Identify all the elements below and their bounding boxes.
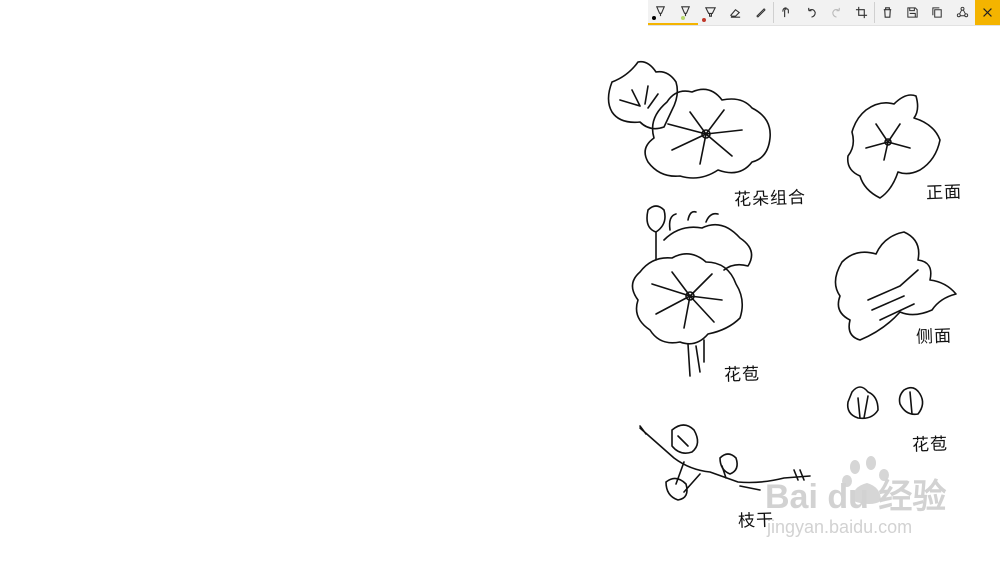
caption-side: 侧面 xyxy=(915,326,953,348)
watermark-url: jingyan.baidu.com xyxy=(767,517,913,537)
buds-sketch xyxy=(846,386,924,420)
caption-stamen-flower: 花苞 xyxy=(723,364,761,386)
watermark-brand: Bai du 经验 xyxy=(765,478,947,516)
flower-combo-sketch xyxy=(607,60,771,179)
stamen-flower-sketch xyxy=(631,205,753,377)
caption-bud: 花苞 xyxy=(911,434,949,456)
caption-flower-combo: 花朵组合 xyxy=(733,187,807,211)
caption-front: 正面 xyxy=(925,182,963,204)
baidu-watermark: Bai du 经验 jingyan.baidu.com xyxy=(765,455,955,545)
